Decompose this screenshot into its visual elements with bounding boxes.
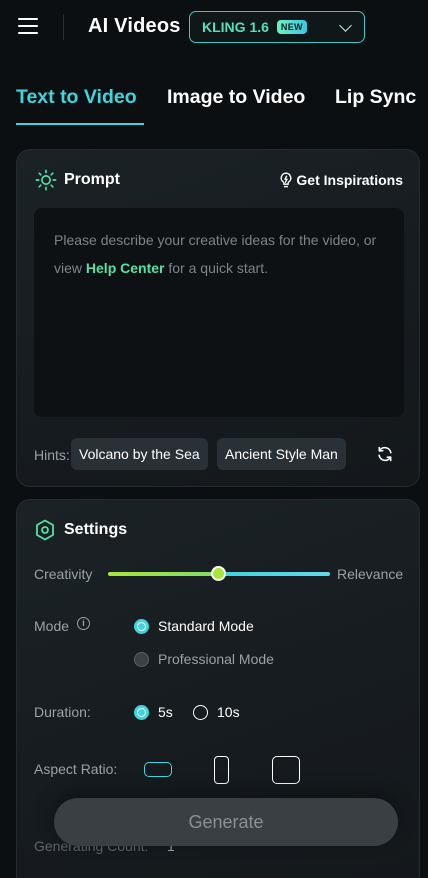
- radio-standard-mode[interactable]: Standard Mode: [134, 618, 254, 634]
- slider-handle[interactable]: [211, 566, 226, 581]
- radio-duration-10s[interactable]: 10s: [193, 704, 240, 720]
- prompt-panel: Prompt Get Inspirations Please describe …: [16, 149, 420, 487]
- standard-mode-label: Standard Mode: [158, 618, 254, 634]
- get-inspirations-label: Get Inspirations: [296, 172, 403, 188]
- radio-selected-indicator: [134, 704, 149, 720]
- refresh-icon[interactable]: [376, 445, 394, 463]
- info-icon[interactable]: i: [77, 617, 90, 630]
- lightbulb-icon: [281, 172, 292, 188]
- duration-label: Duration:: [34, 704, 91, 720]
- help-center-link[interactable]: Help Center: [86, 260, 165, 276]
- tab-text-to-video[interactable]: Text to Video: [16, 86, 137, 109]
- radio-unselected-indicator: [193, 704, 208, 720]
- new-badge: NEW: [276, 20, 307, 34]
- radio-professional-mode[interactable]: Professional Mode: [134, 651, 274, 667]
- active-tab-indicator: [16, 123, 144, 125]
- prompt-input[interactable]: Please describe your creative ideas for …: [34, 208, 404, 417]
- hints-label: Hints:: [34, 447, 70, 463]
- duration-10s-label: 10s: [217, 704, 240, 720]
- mode-label: Mode: [34, 618, 70, 634]
- aspect-tall-icon[interactable]: [214, 756, 229, 784]
- mode-tabs: Text to Video Image to Video Lip Sync: [0, 86, 428, 128]
- radio-unselected-indicator: [134, 651, 149, 667]
- hint-chip-ancient-style[interactable]: Ancient Style Man: [217, 438, 346, 470]
- get-inspirations-button[interactable]: Get Inspirations: [279, 172, 403, 188]
- aspect-wide-icon[interactable]: [144, 762, 172, 777]
- model-select[interactable]: KLING 1.6 NEW: [189, 11, 365, 43]
- sun-icon: [35, 169, 57, 191]
- header-divider: [63, 14, 64, 40]
- duration-5s-label: 5s: [158, 704, 173, 720]
- radio-duration-5s[interactable]: 5s: [134, 704, 173, 720]
- radio-selected-indicator: [134, 618, 149, 634]
- relevance-label: Relevance: [337, 566, 404, 582]
- aspect-square-icon[interactable]: [272, 756, 300, 784]
- hexagon-settings-icon: [36, 519, 54, 541]
- app-title: AI Videos: [88, 15, 181, 37]
- generate-button[interactable]: Generate: [54, 798, 398, 846]
- menu-icon[interactable]: [18, 17, 38, 35]
- prompt-title: Prompt: [64, 171, 120, 188]
- chevron-down-icon: [339, 19, 352, 32]
- tab-image-to-video[interactable]: Image to Video: [167, 86, 305, 109]
- app-header: AI Videos KLING 1.6 NEW: [0, 0, 428, 56]
- settings-title: Settings: [64, 521, 128, 538]
- model-name: KLING 1.6: [202, 19, 269, 35]
- hint-chip-volcano[interactable]: Volcano by the Sea: [71, 438, 208, 470]
- creativity-label: Creativity: [34, 566, 93, 582]
- professional-mode-label: Professional Mode: [158, 651, 274, 667]
- prompt-placeholder-suffix: for a quick start.: [164, 260, 268, 276]
- aspect-ratio-label: Aspect Ratio:: [34, 761, 118, 777]
- tab-lip-sync[interactable]: Lip Sync: [335, 86, 416, 109]
